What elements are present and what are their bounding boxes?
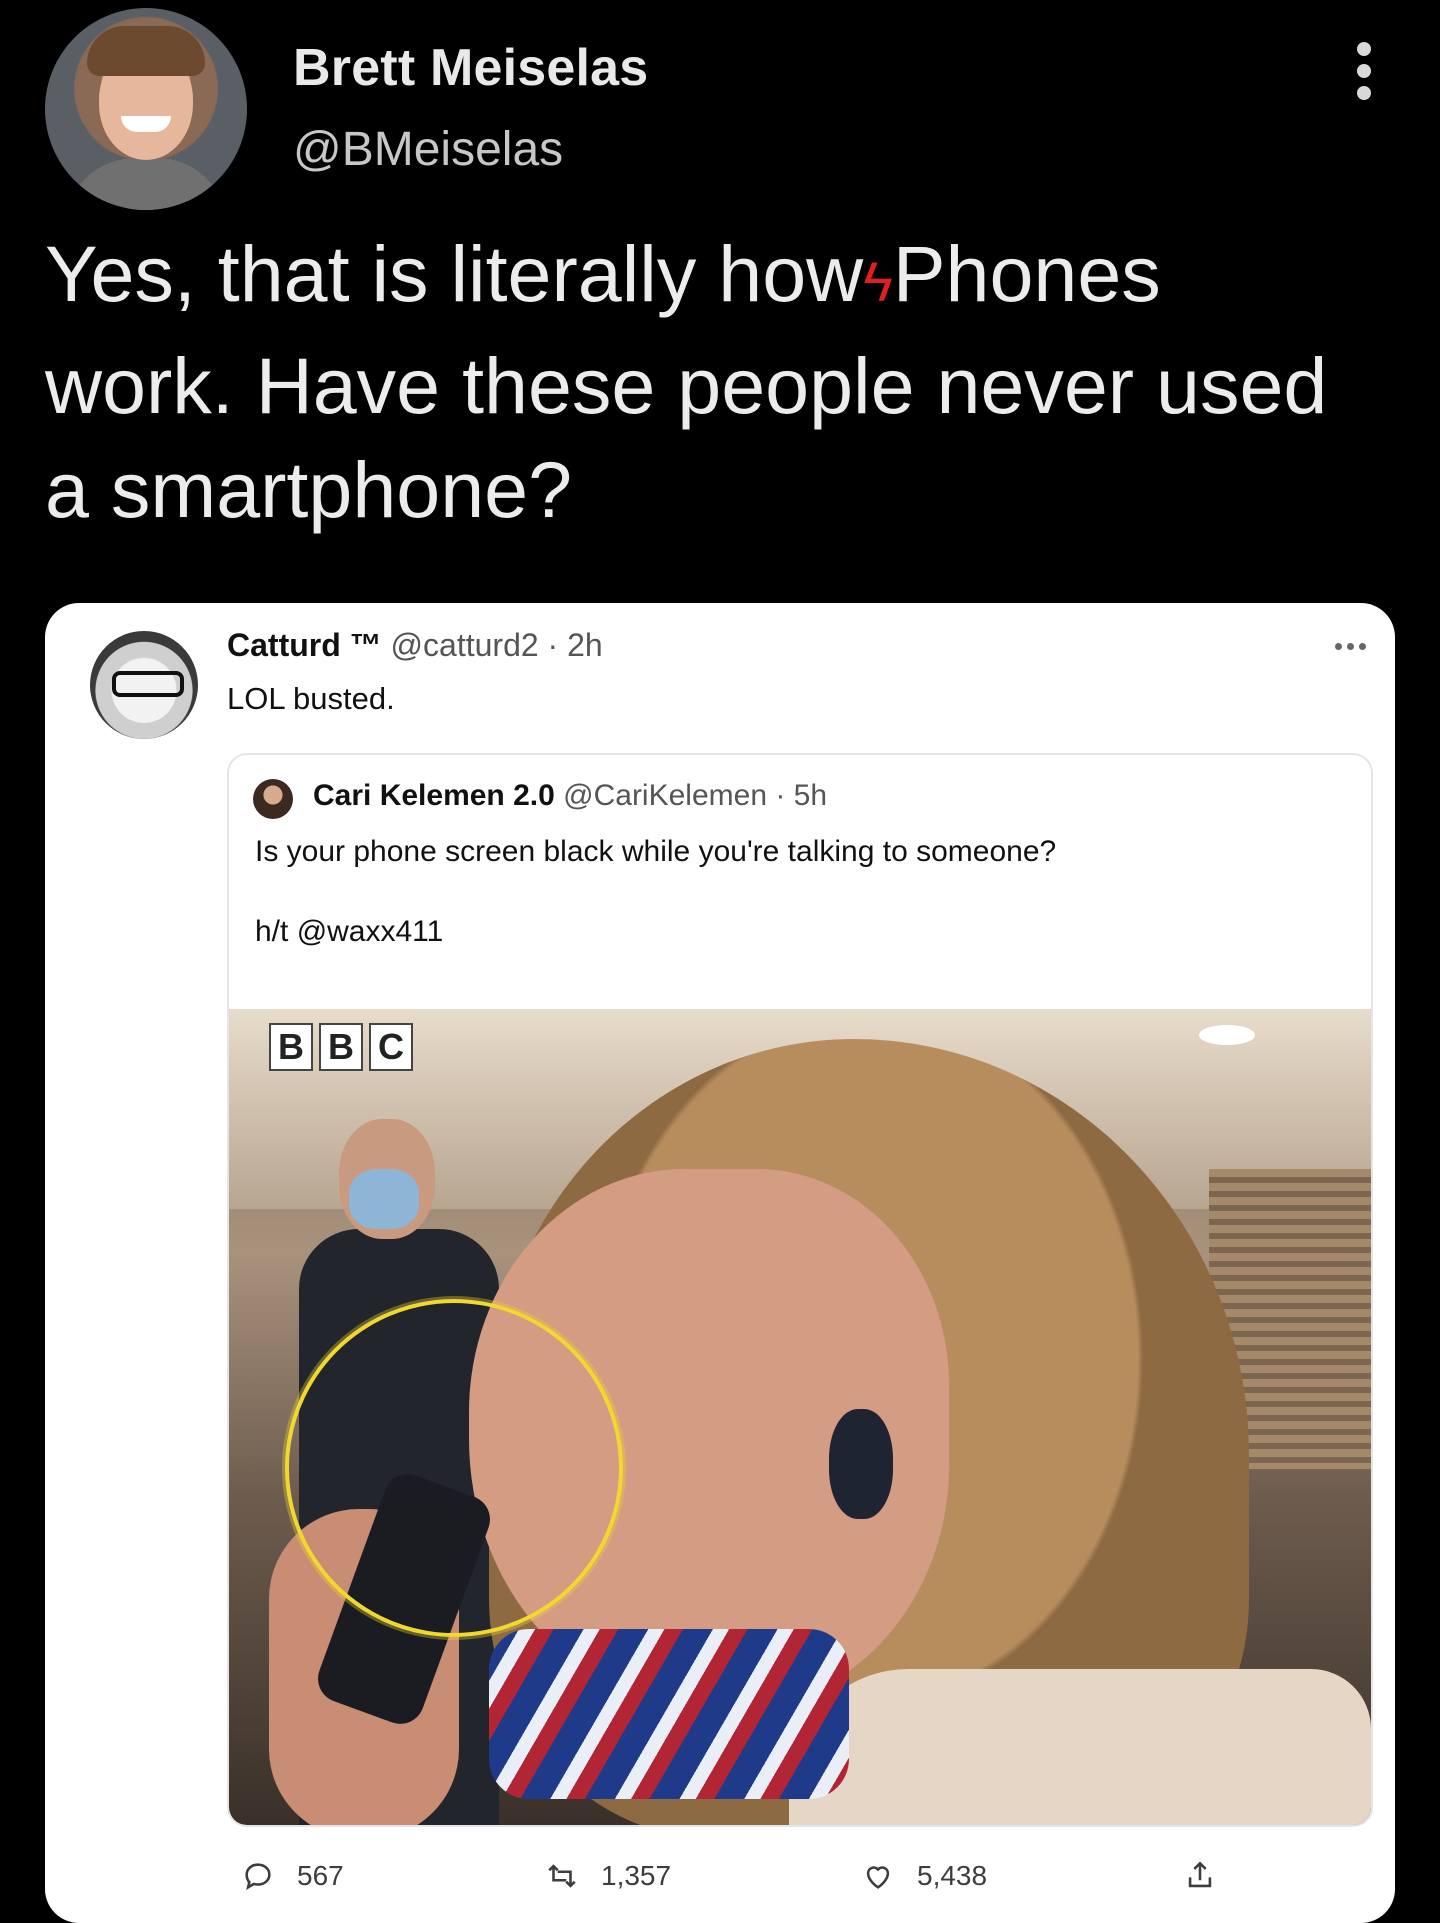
reply-icon — [245, 1863, 271, 1890]
heart-icon — [866, 1866, 890, 1889]
nested-author-avatar — [253, 779, 293, 819]
tweet-text: Yes, that is literally howϟPhones work. … — [45, 222, 1425, 542]
like-count: 5,438 — [917, 1860, 988, 1891]
nested-quote: Cari Kelemen 2.0 @CariKelemen · 5h Is yo… — [227, 753, 1373, 1827]
quoted-author-line: Catturd ™ @catturd2 · 2h — [227, 627, 603, 664]
more-horizontal-icon — [1335, 643, 1366, 650]
nested-author-name: Cari Kelemen 2.0 — [313, 779, 555, 812]
share-button — [1183, 1859, 1217, 1893]
quoted-author-handle: @catturd2 — [390, 627, 539, 663]
reply-button: 567 — [241, 1859, 344, 1893]
nested-text-line1: Is your phone screen black while you're … — [255, 835, 1057, 868]
retweet-icon — [548, 1864, 576, 1888]
author-handle[interactable]: @BMeiselas — [293, 122, 563, 177]
like-button: 5,438 — [861, 1859, 987, 1893]
lightning-bolt-icon: ϟ — [863, 250, 893, 313]
quoted-author-name: Catturd ™ — [227, 627, 382, 663]
bbc-logo: B B C — [269, 1023, 413, 1071]
reply-count: 567 — [297, 1860, 344, 1891]
tweet-header: Brett Meiselas @BMeiselas — [0, 0, 1440, 210]
more-vertical-icon[interactable] — [1354, 42, 1374, 108]
retweet-button: 1,357 — [545, 1859, 671, 1893]
nested-time: · 5h — [775, 779, 828, 812]
share-icon — [1188, 1861, 1212, 1888]
nested-author-handle: @CariKelemen — [563, 779, 768, 812]
nested-text-line2: h/t @waxx411 — [255, 915, 444, 948]
retweet-count: 1,357 — [601, 1860, 672, 1891]
quoted-author-avatar — [90, 631, 198, 739]
tweet-text-start: Yes, that is literally how — [45, 229, 864, 318]
author-name[interactable]: Brett Meiselas — [293, 38, 648, 98]
quoted-text: LOL busted. — [227, 681, 395, 716]
embedded-screenshot-card: Catturd ™ @catturd2 · 2h LOL busted. Car… — [45, 603, 1395, 1923]
nested-author-line: Cari Kelemen 2.0 @CariKelemen · 5h — [313, 779, 827, 813]
quoted-time: · 2h — [547, 627, 603, 663]
author-avatar[interactable] — [45, 8, 247, 210]
action-bar: 567 1,357 5,438 — [227, 1849, 1369, 1909]
nested-photo: B B C — [229, 1009, 1371, 1825]
